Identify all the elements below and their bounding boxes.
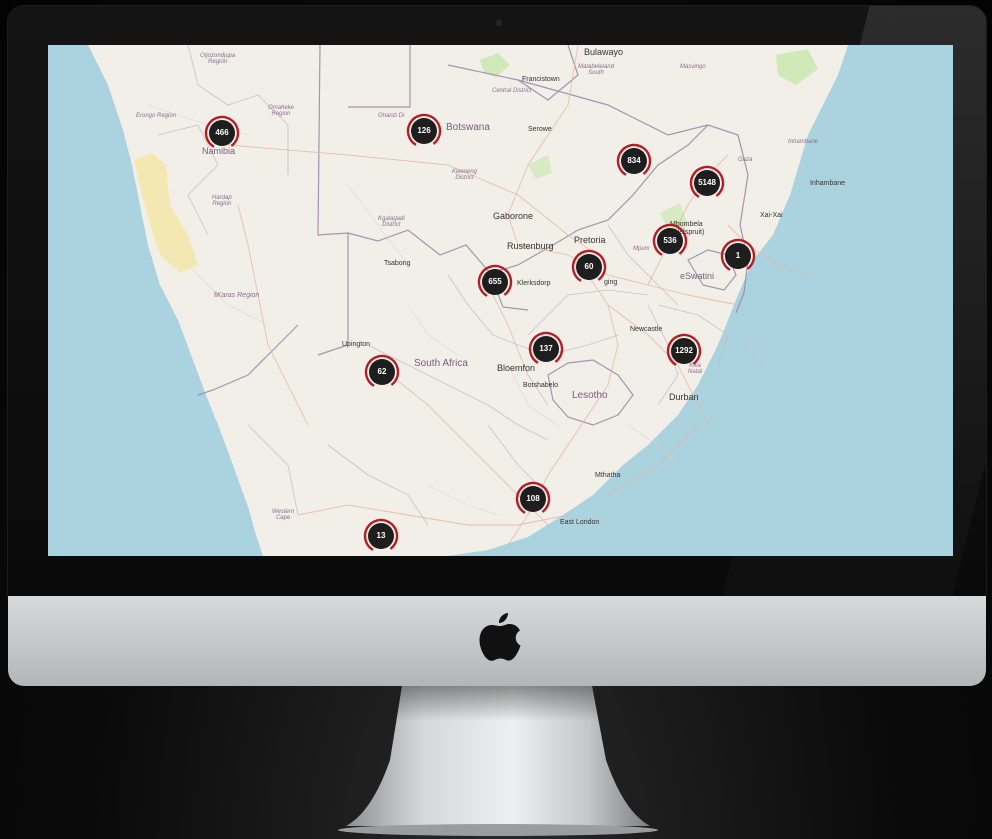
city-label-xai-xai: Xai-Xai (760, 212, 783, 219)
cluster-count: 62 (377, 367, 387, 376)
cluster-marker[interactable]: 834 (616, 143, 652, 179)
country-label-south-africa: South Africa (414, 358, 468, 369)
region-label-inhambane-prov: Inhambane (788, 139, 819, 145)
cluster-marker[interactable]: 62 (364, 354, 400, 390)
cluster-count: 536 (663, 236, 677, 245)
country-label-eswatini: eSwatini (680, 271, 715, 281)
cluster-count: 1292 (675, 346, 693, 355)
region-label-kgalagadi: Kgalagadi District (378, 216, 405, 228)
map-view[interactable]: Botswana South Africa Lesotho eSwatini N… (48, 45, 953, 556)
region-label-gaza: Gaza (738, 157, 753, 163)
region-label-central-district: Central District (492, 88, 532, 94)
cluster-count: 466 (215, 128, 229, 137)
city-label-rustenburg: Rustenburg (507, 241, 554, 251)
cluster-marker[interactable]: 13 (363, 518, 399, 554)
region-label-matabeleland: Matabeleland South (578, 64, 615, 76)
city-label-durban: Durban (669, 392, 699, 402)
region-label-otjozondjupa: Otjozondjupa Region (200, 53, 236, 65)
region-label-western-cape: Western Cape (272, 509, 295, 521)
cluster-count: 5148 (698, 178, 716, 187)
cluster-marker[interactable]: 108 (515, 481, 551, 517)
country-label-lesotho: Lesotho (572, 390, 608, 401)
city-label-inhambane: Inhambane (810, 180, 846, 187)
city-label-bulawayo: Bulawayo (584, 47, 624, 57)
cluster-marker[interactable]: 5148 (689, 165, 725, 201)
map-tiles[interactable] (48, 45, 953, 556)
cluster-marker[interactable]: 655 (477, 264, 513, 300)
city-label-tsabong: Tsabong (384, 260, 411, 267)
city-label-east-london: East London (560, 519, 600, 526)
cluster-count: 60 (584, 262, 594, 271)
region-label-erongo: Erongo Region (136, 113, 177, 119)
cluster-count: 655 (488, 277, 502, 286)
region-label-omaheke: Omaheke Region (268, 105, 295, 117)
cluster-count: 834 (627, 156, 641, 165)
cluster-marker[interactable]: 137 (528, 331, 564, 367)
cluster-count: 137 (539, 344, 553, 353)
region-label-masvingo: Masvingo (680, 64, 706, 70)
city-label-pretoria: Pretoria (574, 235, 606, 245)
city-label-upington: Upington (342, 341, 371, 348)
country-label-botswana: Botswana (446, 122, 490, 133)
region-label-mpumalanga: Mpum (633, 246, 650, 252)
cluster-marker[interactable]: 1 (720, 238, 756, 274)
cluster-marker[interactable]: 60 (571, 249, 607, 285)
cluster-count: 108 (526, 494, 540, 503)
cluster-marker[interactable]: 466 (204, 115, 240, 151)
region-label-kweneng: Kweneng District (452, 169, 478, 181)
city-label-newcastle: Newcastle (630, 326, 663, 333)
cluster-marker[interactable]: 536 (652, 223, 688, 259)
city-label-mthatha: Mthatha (595, 472, 621, 479)
city-label-serowe: Serowe (528, 126, 552, 133)
city-label-botshabelo: Botshabelo (523, 382, 559, 389)
city-label-francistown: Francistown (522, 76, 560, 83)
city-label-gaborone: Gaborone (493, 211, 534, 221)
cluster-marker[interactable]: 126 (406, 113, 442, 149)
city-label-klerksdorp: Klerksdorp (517, 280, 551, 287)
region-label-ghanzi: Ghanzi Di (378, 113, 405, 119)
region-label-karas: ǁKaras Region (214, 292, 260, 299)
camera-icon (496, 20, 502, 26)
apple-logo-icon (479, 613, 521, 661)
cluster-count: 126 (417, 126, 431, 135)
region-label-hardap: Hardap Region (212, 195, 232, 207)
cluster-marker[interactable]: 1292 (666, 333, 702, 369)
cluster-count: 13 (376, 531, 386, 540)
cluster-count: 1 (735, 251, 741, 260)
